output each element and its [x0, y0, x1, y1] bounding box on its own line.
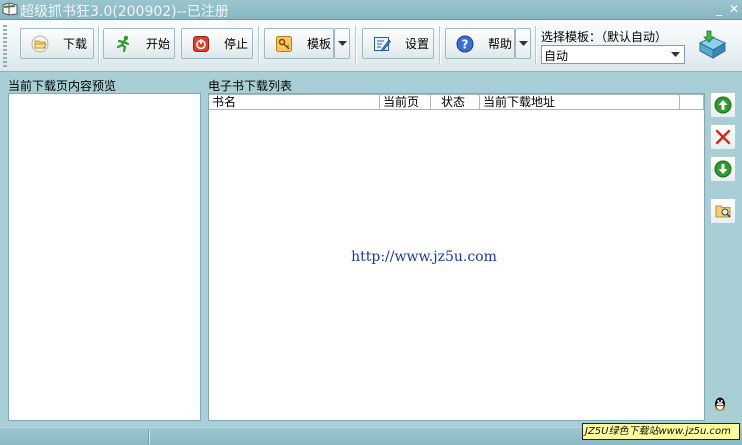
stop-button[interactable]: 停止	[181, 28, 253, 59]
column-header-current-page[interactable]: 当前页	[380, 94, 431, 110]
watermark-url: http://www.jz5u.com	[351, 249, 497, 265]
chevron-down-icon	[671, 52, 680, 57]
start-label: 开始	[146, 37, 171, 51]
close-window-button[interactable]: ✕	[727, 2, 741, 16]
help-button[interactable]: ? 帮助	[445, 28, 515, 59]
toolbar-grip[interactable]	[3, 25, 7, 67]
help-label: 帮助	[488, 37, 513, 51]
arrow-down-icon	[714, 160, 732, 178]
list-header: 书名 当前页 状态 当前下载地址	[209, 94, 704, 110]
stop-power-icon	[193, 35, 209, 52]
app-book-icon	[2, 2, 18, 16]
column-header-extra[interactable]	[680, 94, 704, 110]
template-select-value: 自动	[544, 49, 569, 63]
move-up-button[interactable]	[710, 92, 736, 118]
template-dropdown-button[interactable]	[334, 28, 350, 59]
toolbar-separator	[98, 26, 100, 64]
toolbar-separator	[439, 26, 441, 64]
chevron-down-icon	[337, 40, 347, 46]
toolbar-separator	[535, 26, 537, 64]
ebook-list-label: 电子书下载列表	[208, 79, 293, 93]
book-download-icon[interactable]	[697, 29, 727, 61]
settings-edit-icon	[374, 36, 391, 51]
svg-text:?: ?	[462, 37, 469, 51]
start-running-icon	[116, 35, 130, 52]
settings-button[interactable]: 设置	[362, 28, 434, 59]
move-down-button[interactable]	[710, 156, 736, 182]
stop-label: 停止	[224, 37, 249, 51]
delete-x-icon	[715, 129, 731, 145]
toolbar-separator	[258, 26, 260, 64]
column-header-status[interactable]: 状态	[431, 94, 480, 110]
qq-penguin-icon[interactable]	[711, 395, 729, 413]
delete-button[interactable]	[710, 124, 736, 150]
ebook-download-list[interactable]: 书名 当前页 状态 当前下载地址 http://www.jz5u.com	[208, 93, 705, 421]
template-select-label: 选择模板：（默认自动）	[541, 30, 668, 44]
template-key-icon	[276, 35, 292, 52]
open-folder-button[interactable]	[710, 198, 736, 224]
download-button[interactable]: 下载	[20, 28, 94, 59]
help-question-icon: ?	[456, 35, 474, 52]
title-bar: 超级抓书狂3.0(200902)--已注册 _ ✕	[0, 0, 742, 20]
settings-label: 设置	[405, 37, 430, 51]
status-divider	[148, 430, 150, 444]
template-label: 模板	[307, 37, 332, 51]
column-header-current-url[interactable]: 当前下载地址	[480, 94, 680, 110]
download-label: 下载	[63, 37, 88, 51]
help-dropdown-button[interactable]	[515, 28, 531, 59]
folder-search-icon	[715, 205, 731, 218]
toolbar: 下载 开始 停止 模板 设置 ? 帮助 选择模板：（默认自动） 自动	[0, 20, 742, 72]
start-button[interactable]: 开始	[103, 28, 175, 59]
chevron-down-icon	[518, 40, 528, 46]
preview-panel-label: 当前下载页内容预览	[8, 79, 117, 93]
window-title: 超级抓书狂3.0(200902)--已注册	[20, 4, 229, 20]
arrow-up-icon	[714, 96, 732, 114]
column-header-book-name[interactable]: 书名	[209, 94, 380, 110]
download-folder-icon	[31, 35, 49, 52]
preview-panel[interactable]	[8, 93, 201, 421]
toolbar-separator	[355, 26, 357, 64]
minimize-button[interactable]: _	[712, 2, 726, 16]
template-button[interactable]: 模板	[264, 28, 334, 59]
site-watermark-badge: JZ5U绿色下载站www.jz5u.com	[582, 423, 740, 440]
template-select[interactable]: 自动	[541, 45, 685, 64]
